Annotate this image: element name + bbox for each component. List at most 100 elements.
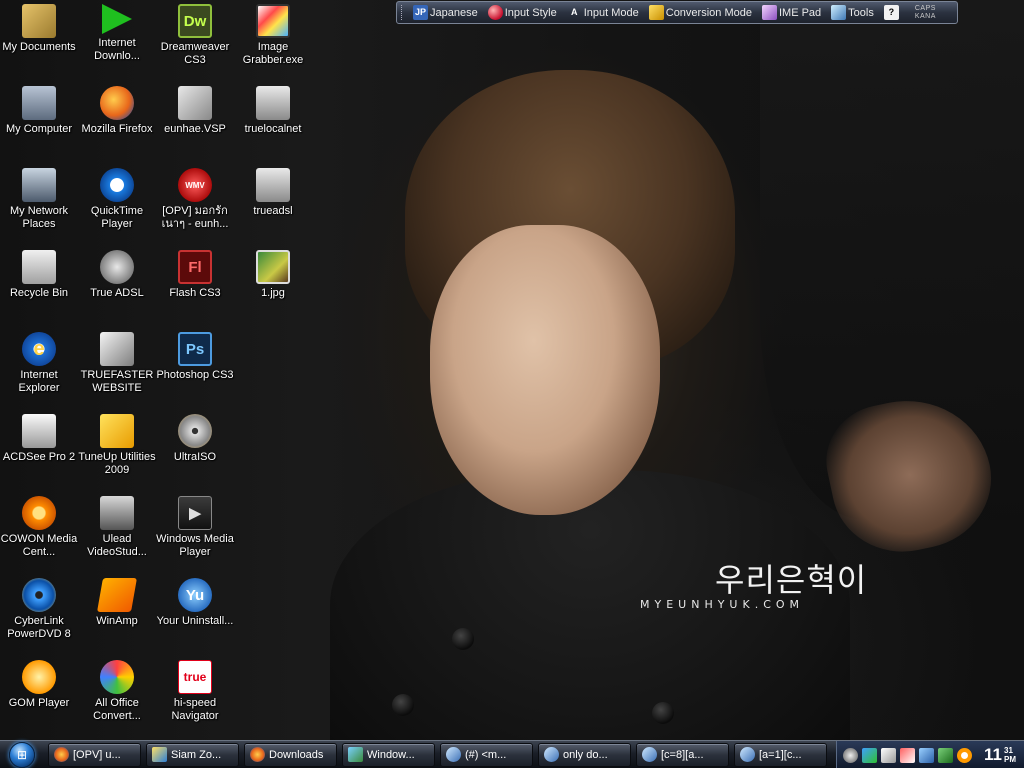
desktop-icon-label: Photoshop CS3 xyxy=(156,369,234,381)
desktop-icon-label: TuneUp Utilities 2009 xyxy=(78,451,156,476)
vsp-file-icon xyxy=(178,86,212,120)
desktop-icon-label: hi-speed Navigator xyxy=(171,697,219,722)
desktop-icon[interactable]: My Documents xyxy=(0,4,78,54)
desktop-icon[interactable]: eunhae.VSP xyxy=(156,86,234,136)
taskbar-task[interactable]: [c=8][a... xyxy=(636,742,729,767)
taskbar-task-label: only do... xyxy=(563,748,608,761)
firefox-icon xyxy=(100,86,134,120)
network-shortcut-icon xyxy=(256,86,290,120)
desktop-icon[interactable]: Dw Dreamweaver CS3 xyxy=(156,4,234,67)
language-bar-conversion-mode[interactable]: Conversion Mode xyxy=(645,3,756,22)
language-bar-label: Input Mode xyxy=(583,6,639,19)
desktop-icon[interactable]: Yu Your Uninstall... xyxy=(156,578,234,628)
messenger-icon xyxy=(740,747,755,762)
ime-pad-icon xyxy=(761,5,777,20)
cowon-icon xyxy=(22,496,56,530)
language-bar[interactable]: JP Japanese Input Style A Input Mode Con… xyxy=(396,1,958,24)
desktop-icon[interactable]: e Internet Explorer xyxy=(0,332,78,395)
taskbar-task-label: (#) <m... xyxy=(465,748,507,761)
desktop-icon[interactable]: All Office Convert... xyxy=(78,660,156,723)
language-bar-tools[interactable]: Tools xyxy=(827,3,878,22)
desktop-icon-label: trueadsl xyxy=(253,205,293,217)
ultraiso-icon xyxy=(178,414,212,448)
taskbar-task[interactable]: Siam Zo... xyxy=(146,742,239,767)
desktop-icon[interactable]: Internet Downlo... xyxy=(78,4,156,63)
flash-icon: Fl xyxy=(178,250,212,284)
desktop-icon-label: eunhae.VSP xyxy=(164,123,226,135)
tray-security-icon[interactable] xyxy=(900,747,915,763)
tools-icon xyxy=(831,5,847,20)
tuneup-icon xyxy=(100,414,134,448)
desktop-icon[interactable]: CyberLink PowerDVD 8 xyxy=(0,578,78,641)
conversion-mode-icon xyxy=(648,5,664,20)
messenger-icon xyxy=(544,747,559,762)
taskbar-task[interactable]: [OPV] u... xyxy=(48,742,141,767)
desktop-icon[interactable]: GOM Player xyxy=(0,660,78,710)
start-button[interactable]: ⊞ xyxy=(2,741,42,768)
taskbar-task[interactable]: Downloads xyxy=(244,742,337,767)
system-tray: 11 31 PM xyxy=(836,741,1024,768)
language-bar-grip[interactable] xyxy=(401,5,405,20)
windows-explorer-icon xyxy=(348,747,363,762)
tray-messenger-icon[interactable] xyxy=(938,747,953,763)
desktop-icon[interactable]: true hi-speed Navigator xyxy=(156,660,234,723)
language-bar-help[interactable]: ? xyxy=(880,3,905,22)
desktop-icon[interactable]: Ps Photoshop CS3 xyxy=(156,332,234,382)
ulead-icon xyxy=(100,496,134,530)
desktop-icon[interactable]: Ulead VideoStud... xyxy=(78,496,156,559)
tray-network-icon[interactable] xyxy=(862,747,877,763)
wallpaper-watermark-korean: 우리은혁이 xyxy=(715,561,868,599)
language-bar-ime-pad[interactable]: IME Pad xyxy=(758,3,825,22)
desktop-icon[interactable]: TRUEFASTER WEBSITE xyxy=(78,332,156,395)
photoshop-icon: Ps xyxy=(178,332,212,366)
desktop-icon-label: ACDSee Pro 2 xyxy=(2,451,76,463)
desktop-icon-label: My Documents xyxy=(2,41,76,53)
taskbar-task-label: [OPV] u... xyxy=(73,748,121,761)
firefox-icon xyxy=(54,747,69,762)
desktop-icon[interactable]: truelocalnet xyxy=(234,86,312,136)
desktop-icon-label: My Network Places xyxy=(9,205,69,230)
taskbar-clock[interactable]: 11 31 PM xyxy=(984,746,1016,765)
desktop-icon[interactable]: Recycle Bin xyxy=(0,250,78,300)
taskbar-task-label: Siam Zo... xyxy=(171,748,222,761)
desktop-icon[interactable]: QuickTime Player xyxy=(78,168,156,231)
tray-gom-icon[interactable] xyxy=(957,747,972,763)
desktop-icon[interactable]: trueadsl xyxy=(234,168,312,218)
website-shortcut-icon xyxy=(100,332,134,366)
desktop-icon[interactable]: WinAmp xyxy=(78,578,156,628)
desktop-icon[interactable]: UltraISO xyxy=(156,414,234,464)
winamp-icon xyxy=(97,578,137,612)
internet-explorer-icon: e xyxy=(22,332,56,366)
desktop-icon[interactable]: TuneUp Utilities 2009 xyxy=(78,414,156,477)
desktop-icon[interactable]: COWON Media Cent... xyxy=(0,496,78,559)
desktop-icon[interactable]: True ADSL xyxy=(78,250,156,300)
language-bar-input-mode[interactable]: A Input Mode xyxy=(563,3,643,22)
desktop-icon[interactable]: WMV [OPV] มอกรัก เนาๆ - eunh... xyxy=(156,168,234,231)
desktop-icon[interactable]: Mozilla Firefox xyxy=(78,86,156,136)
desktop-icon[interactable]: 1.jpg xyxy=(234,250,312,300)
desktop-icon[interactable]: My Computer xyxy=(0,86,78,136)
tray-app-icon[interactable] xyxy=(881,747,896,763)
desktop-icon[interactable]: My Network Places xyxy=(0,168,78,231)
language-bar-japanese[interactable]: JP Japanese xyxy=(409,3,482,22)
language-bar-input-style[interactable]: Input Style xyxy=(484,3,561,22)
desktop-icon-label: truelocalnet xyxy=(244,123,302,135)
desktop-icon[interactable]: Fl Flash CS3 xyxy=(156,250,234,300)
desktop-icon[interactable]: ACDSee Pro 2 xyxy=(0,414,78,464)
taskbar-task[interactable]: only do... xyxy=(538,742,631,767)
taskbar-task[interactable]: [a=1][c... xyxy=(734,742,827,767)
taskbar-task[interactable]: (#) <m... xyxy=(440,742,533,767)
network-places-icon xyxy=(22,168,56,202)
tray-media-icon[interactable] xyxy=(843,747,858,763)
true-adsl-icon xyxy=(100,250,134,284)
taskbar-task[interactable]: Window... xyxy=(342,742,435,767)
tray-connection-icon[interactable] xyxy=(919,747,934,763)
desktop-icon-label: My Computer xyxy=(5,123,73,135)
desktop-icon-label: Internet Explorer xyxy=(18,369,60,394)
desktop-icon-label: WinAmp xyxy=(96,615,138,627)
desktop-icon-label: Flash CS3 xyxy=(169,287,221,299)
desktop-icon[interactable]: Image Grabber.exe xyxy=(234,4,312,67)
taskbar[interactable]: ⊞ [OPV] u... Siam Zo... Downloads Window… xyxy=(0,740,1024,768)
desktop-icon-label: Windows Media Player xyxy=(156,533,234,558)
desktop-icon[interactable]: ▶ Windows Media Player xyxy=(156,496,234,559)
